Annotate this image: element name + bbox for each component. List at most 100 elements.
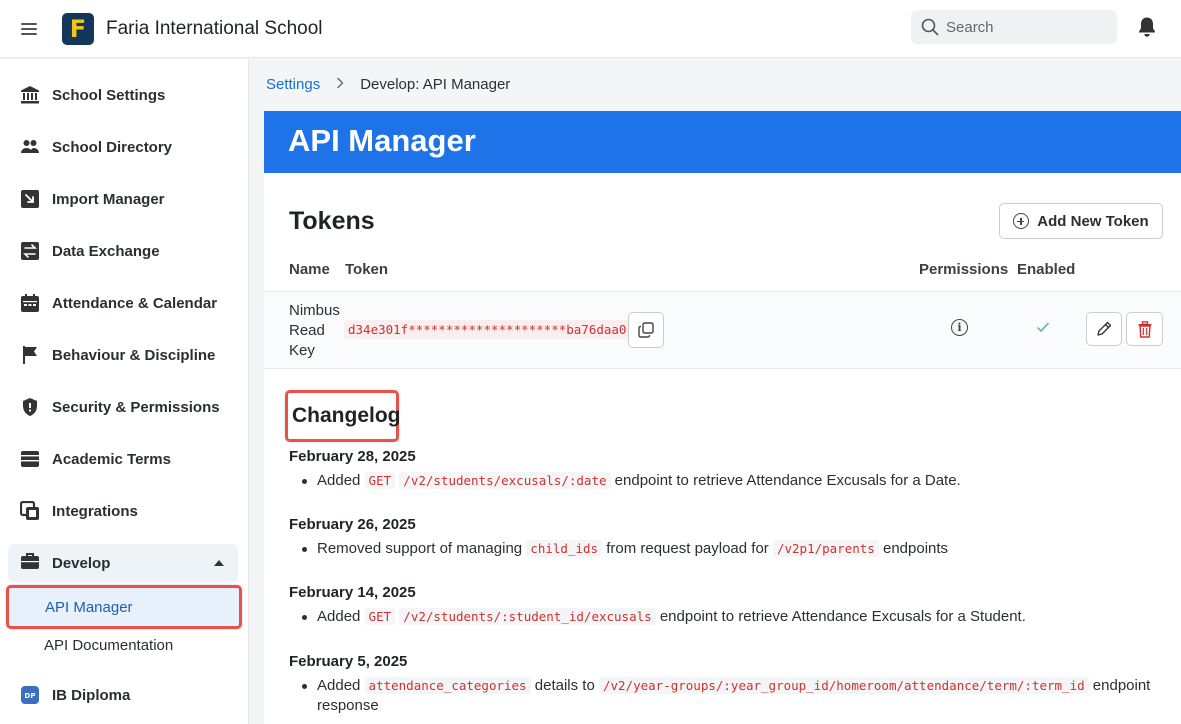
changelog-entry: February 14, 2025 Added GET /v2/students… [289, 584, 1169, 627]
sidebar-item-academic-terms[interactable]: Academic Terms [0, 441, 249, 477]
search-icon [921, 18, 939, 36]
changelog-text: details to [534, 677, 595, 694]
changelog-item: Added GET /v2/students/:student_id/excus… [289, 607, 1169, 627]
changelog-entry: February 26, 2025 Removed support of man… [289, 516, 1169, 559]
sidebar-item-label: School Settings [52, 86, 166, 104]
people-icon [20, 137, 40, 157]
code-snippet: attendance_categories [364, 677, 531, 694]
changelog-text: Added [317, 608, 361, 625]
exchange-icon [20, 241, 40, 261]
api-manager-card: API Manager Tokens Add New Token Name To… [264, 111, 1181, 724]
integrations-icon [20, 501, 40, 521]
changelog-date: February 5, 2025 [289, 653, 408, 670]
sidebar-item-label: Academic Terms [52, 450, 171, 468]
logo-letter: F [69, 14, 87, 43]
sidebar-item-integrations[interactable]: Integrations [0, 493, 249, 529]
sidebar-item-data-exchange[interactable]: Data Exchange [0, 233, 249, 269]
pencil-icon [1097, 321, 1112, 336]
enabled-check-icon [1036, 320, 1050, 338]
code-snippet: /v2p1/parents [772, 540, 879, 557]
changelog-text: endpoints [882, 540, 949, 557]
ib-badge-text: DP [25, 692, 36, 700]
breadcrumb-settings-link[interactable]: Settings [266, 76, 320, 93]
briefcase-icon [20, 551, 40, 576]
code-snippet: GET [364, 608, 396, 625]
sidebar-item-label: Behaviour & Discipline [52, 346, 216, 364]
sidebar-item-security-permissions[interactable]: Security & Permissions [0, 389, 249, 425]
sidebar-item-behaviour-discipline[interactable]: Behaviour & Discipline [0, 337, 249, 373]
column-header-name: Name [289, 261, 330, 278]
code-snippet: GET [364, 472, 396, 489]
changelog-text: Added [317, 677, 361, 694]
flag-icon [20, 345, 40, 365]
changelog-entry: February 5, 2025 Added attendance_catego… [289, 653, 1169, 716]
terms-icon [20, 449, 40, 469]
sidebar-subitem-api-documentation[interactable]: API Documentation [8, 626, 240, 664]
shield-icon [20, 397, 40, 417]
top-bar: F Faria International School [0, 0, 1181, 58]
school-logo[interactable]: F [62, 12, 94, 45]
copy-token-button[interactable] [628, 312, 664, 348]
delete-token-button[interactable] [1126, 312, 1163, 346]
sidebar: School Settings School Directory Import … [0, 59, 249, 724]
changelog-date: February 14, 2025 [289, 584, 416, 601]
copy-icon [638, 322, 654, 338]
changelog-text: endpoint to retrieve Attendance Excusals… [659, 608, 1026, 625]
add-new-token-button[interactable]: Add New Token [999, 203, 1163, 239]
tokens-heading: Tokens [289, 207, 375, 235]
code-snippet: child_ids [526, 540, 603, 557]
search-input[interactable] [946, 18, 1106, 36]
sidebar-item-attendance-calendar[interactable]: Attendance & Calendar [0, 285, 249, 321]
changelog-heading: Changelog [285, 390, 401, 442]
calendar-icon [20, 293, 40, 313]
sidebar-item-school-directory[interactable]: School Directory [0, 129, 249, 165]
add-token-label: Add New Token [1037, 212, 1149, 230]
sidebar-subitem-api-manager[interactable]: API Manager [6, 585, 242, 629]
ib-diploma-icon: DP [20, 685, 40, 705]
sidebar-item-label: School Directory [52, 138, 173, 156]
sidebar-item-label: IB Diploma [52, 686, 131, 704]
changelog-item: Removed support of managing child_ids fr… [289, 539, 1169, 559]
notifications-bell-icon[interactable] [1137, 16, 1157, 43]
search-box[interactable] [911, 10, 1117, 44]
changelog-date: February 28, 2025 [289, 448, 416, 465]
code-snippet: /v2/students/excusals/:date [399, 472, 611, 489]
sidebar-item-label: Attendance & Calendar [52, 294, 218, 312]
page-title: API Manager [288, 123, 476, 158]
bank-icon [20, 85, 40, 105]
code-snippet: /v2/year-groups/:year_group_id/homeroom/… [598, 677, 1089, 694]
changelog-text: endpoint to retrieve Attendance Excusals… [614, 472, 961, 489]
school-name: Faria International School [106, 17, 323, 39]
token-value: d34e301f*********************ba76daa0 [344, 320, 631, 339]
trash-icon [1138, 320, 1151, 338]
changelog-item: Added attendance_categories details to /… [289, 676, 1169, 716]
sidebar-item-import-manager[interactable]: Import Manager [0, 181, 249, 217]
breadcrumb: Settings Develop: API Manager [266, 76, 510, 93]
code-snippet: /v2/students/:student_id/excusals [399, 608, 656, 625]
sidebar-item-ib-diploma[interactable]: DP IB Diploma [0, 677, 249, 713]
page-banner: API Manager [264, 111, 1181, 173]
divider [264, 368, 1181, 369]
column-header-permissions: Permissions [919, 261, 1009, 278]
sidebar-item-school-settings[interactable]: School Settings [0, 77, 249, 113]
changelog-text: Added [317, 472, 361, 489]
changelog-date: February 26, 2025 [289, 516, 416, 533]
chevron-up-icon[interactable] [214, 560, 224, 566]
column-header-token: Token [345, 261, 389, 278]
permissions-info-icon[interactable]: i [951, 319, 968, 336]
changelog-text: Removed support of managing [317, 540, 523, 557]
token-name: Nimbus Read Key [289, 302, 340, 359]
sidebar-item-label: Integrations [52, 502, 138, 520]
column-header-enabled: Enabled [1017, 261, 1076, 278]
changelog-entry: February 28, 2025 Added GET /v2/students… [289, 448, 1169, 491]
sidebar-item-label: Develop [52, 554, 111, 572]
plus-circle-icon [1013, 213, 1030, 229]
sidebar-item-label: Security & Permissions [52, 398, 220, 416]
menu-icon[interactable] [21, 22, 37, 35]
sidebar-item-develop[interactable]: Develop [8, 544, 238, 582]
edit-token-button[interactable] [1086, 312, 1122, 346]
import-icon [20, 189, 40, 209]
changelog-item: Added GET /v2/students/excusals/:date en… [289, 471, 1169, 491]
chevron-right-icon [336, 76, 344, 93]
sidebar-item-label: Data Exchange [52, 242, 160, 260]
